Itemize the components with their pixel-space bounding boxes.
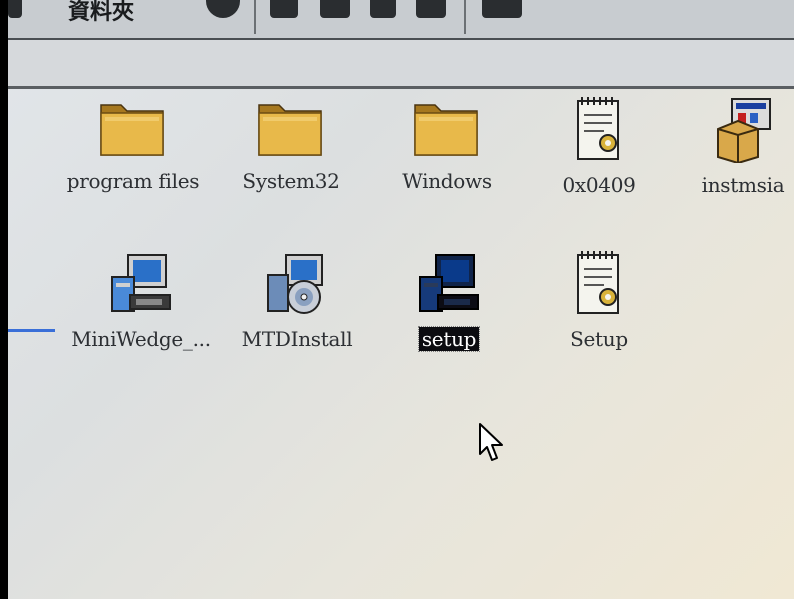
setup-cd-icon (267, 254, 323, 314)
file-item-label: program files (66, 169, 200, 193)
file-item-label: Windows (402, 169, 492, 193)
folders-label[interactable]: 資料夾 (68, 0, 134, 26)
move-to-icon[interactable] (270, 0, 298, 18)
file-item-label: 0x0409 (562, 173, 636, 197)
file-item-label: instmsia (701, 173, 785, 197)
toolbar-separator (464, 0, 466, 34)
file-item-label: System32 (242, 169, 340, 193)
file-item-instmsia[interactable]: instmsia (678, 95, 794, 197)
file-item-label: Setup (570, 327, 628, 351)
file-item-mtdinstall[interactable]: MTDInstall (222, 251, 372, 351)
file-item-setup-ini[interactable]: Setup (524, 249, 674, 351)
file-item-label: MTDInstall (241, 327, 353, 351)
toolbar: 資料夾 (8, 0, 794, 40)
selection-marker (8, 329, 55, 332)
undo-icon[interactable] (416, 0, 446, 18)
folder-icon (258, 104, 322, 156)
folder-icon (100, 104, 164, 156)
globe-icon[interactable] (206, 0, 240, 18)
setup-computer-icon (419, 254, 479, 312)
file-item-miniwedge[interactable]: MiniWedge_... (66, 251, 216, 351)
settings-document-icon (577, 97, 619, 160)
toolbar-separator (254, 0, 256, 34)
file-item-program-files[interactable]: program files (58, 97, 208, 193)
file-list: program files System32 Windows 0x0409 in… (8, 89, 794, 599)
file-item-label: setup (417, 326, 481, 352)
file-item-system32[interactable]: System32 (216, 97, 366, 193)
setup-computer-icon (111, 254, 171, 312)
file-item-0x0409[interactable]: 0x0409 (524, 95, 674, 197)
delete-icon[interactable] (370, 0, 396, 18)
back-button[interactable] (8, 0, 22, 18)
file-item-label: MiniWedge_... (71, 327, 211, 351)
folder-icon (414, 104, 478, 156)
views-menu-icon[interactable] (482, 0, 522, 18)
address-bar[interactable] (8, 40, 794, 89)
copy-to-icon[interactable] (320, 0, 350, 18)
settings-document-icon (577, 251, 619, 314)
mouse-cursor-icon (479, 423, 503, 461)
file-item-windows[interactable]: Windows (372, 97, 522, 193)
file-item-setup-selected[interactable]: setup (374, 251, 524, 352)
explorer-window: 資料夾 program files System32 Windows 0x040… (8, 0, 794, 599)
installer-package-icon (717, 98, 771, 165)
